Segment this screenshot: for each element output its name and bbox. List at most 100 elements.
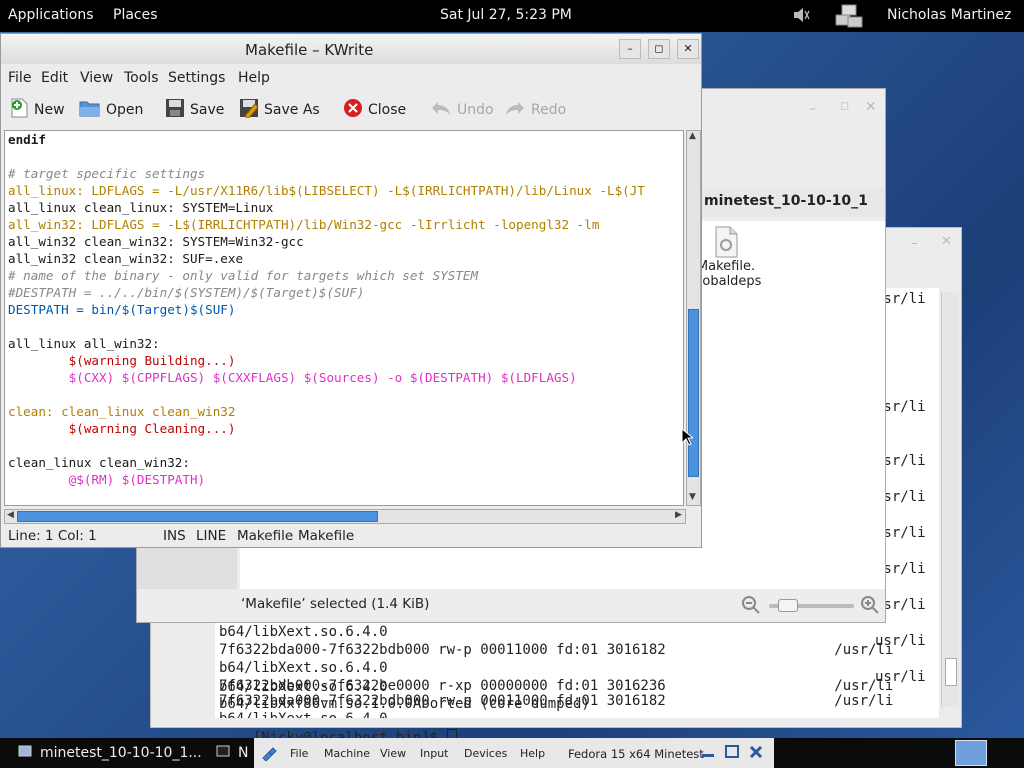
vm-restore-icon[interactable] <box>724 744 740 763</box>
menu-settings[interactable]: Settings <box>168 70 225 86</box>
terminal-line: b64/libXxf86vm.so.1.0.0Aborted (core dum… <box>219 696 590 712</box>
maximize-icon[interactable]: ◻ <box>840 99 849 112</box>
zoom-out-icon[interactable] <box>742 596 760 618</box>
open-label: Open <box>106 102 144 118</box>
workspace-switcher[interactable] <box>955 740 987 766</box>
taskbar-item-terminal[interactable]: N <box>216 738 256 768</box>
mouse-cursor-icon <box>681 427 695 450</box>
zoom-in-icon[interactable] <box>861 596 879 618</box>
scroll-left-icon[interactable]: ◀ <box>7 510 14 520</box>
taskbar-item-file-manager[interactable]: minetest_10-10-10_1... <box>6 738 212 768</box>
scroll-right-icon[interactable]: ▶ <box>675 510 682 520</box>
taskbar: minetest_10-10-10_1... N File Machine Vi… <box>0 738 1024 768</box>
vm-title: Fedora 15 x64 Minetest <box>568 747 704 761</box>
menu-edit[interactable]: Edit <box>41 70 68 86</box>
applications-menu[interactable]: Applications <box>8 7 94 23</box>
menu-tools[interactable]: Tools <box>124 70 159 86</box>
terminal-line: b64/libXext.so.6.4.0 <box>219 660 388 676</box>
clock[interactable]: Sat Jul 27, 5:23 PM <box>440 7 572 23</box>
top-panel: Applications Places Sat Jul 27, 5:23 PM … <box>0 0 1024 32</box>
selection-mode[interactable]: LINE <box>196 528 226 544</box>
vm-menu-devices[interactable]: Devices <box>464 747 507 760</box>
user-menu[interactable]: Nicholas Martinez <box>887 7 1011 23</box>
scroll-up-icon[interactable]: ▲ <box>689 131 696 141</box>
close-icon[interactable]: ✕ <box>677 39 699 59</box>
save-button[interactable]: Save <box>165 98 224 122</box>
cursor-position: Line: 1 Col: 1 <box>8 528 97 544</box>
scroll-down-icon[interactable]: ▼ <box>689 492 696 502</box>
folder-tab-label: minetest_10-10-10_1 <box>704 193 868 209</box>
save-as-label: Save As <box>264 102 320 118</box>
menu-view[interactable]: View <box>80 70 113 86</box>
vm-menu-help[interactable]: Help <box>520 747 545 760</box>
zoom-slider[interactable] <box>769 599 854 612</box>
status-text: ‘Makefile’ selected (1.4 KiB) <box>241 596 430 612</box>
redo-label: Redo <box>531 102 567 118</box>
code-line: # target specific settings <box>8 166 206 181</box>
close-icon[interactable]: ✕ <box>941 234 952 249</box>
new-button[interactable]: New <box>9 98 65 122</box>
code-line: $(warning Building...) <box>8 353 236 368</box>
scrollbar-thumb[interactable] <box>945 658 957 686</box>
scrollbar-thumb[interactable] <box>688 309 699 477</box>
undo-button[interactable]: Undo <box>430 98 494 122</box>
minimize-icon[interactable]: – <box>619 39 641 59</box>
open-button[interactable]: Open <box>79 98 143 122</box>
vm-toolbar: File Machine View Input Devices Help Fed… <box>254 738 774 768</box>
scrollbar-thumb[interactable] <box>17 511 378 522</box>
minimize-icon[interactable]: – <box>911 236 918 251</box>
code-line: clean: clean_linux clean_win32 <box>8 404 236 419</box>
taskbar-item-label: minetest_10-10-10_1... <box>40 745 202 761</box>
kwrite-window[interactable]: Makefile – KWrite – ◻ ✕ File Edit View T… <box>0 33 702 548</box>
code-line: # name of the binary - only valid for ta… <box>8 268 479 283</box>
close-icon[interactable]: ✕ <box>865 99 877 115</box>
title-bar[interactable]: Makefile – KWrite – ◻ ✕ <box>1 34 701 64</box>
menu-file[interactable]: File <box>8 70 31 86</box>
new-document-icon <box>9 98 29 122</box>
code-line: @$(RM) $(DESTPATH) <box>8 472 206 487</box>
code-line: all_linux clean_linux: SYSTEM=Linux <box>8 200 274 215</box>
close-label: Close <box>368 102 407 118</box>
folder-tab[interactable]: minetest_10-10-10_1 <box>702 187 885 217</box>
save-disk-icon <box>165 98 185 122</box>
redo-icon <box>504 99 526 121</box>
network-icon[interactable] <box>834 3 864 33</box>
close-circle-icon <box>343 98 363 122</box>
code-line: all_win32 clean_win32: SYSTEM=Win32-gcc <box>8 234 304 249</box>
vm-menu-file[interactable]: File <box>290 747 308 760</box>
places-menu[interactable]: Places <box>113 7 158 23</box>
minimize-icon[interactable]: – <box>809 101 816 117</box>
volume-icon[interactable] <box>792 6 810 28</box>
text-editor[interactable]: endif # target specific settings all_lin… <box>4 130 684 506</box>
save-as-button[interactable]: Save As <box>239 98 320 122</box>
code-line: $(CXX) $(CPPFLAGS) $(CXXFLAGS) $(Sources… <box>8 370 577 385</box>
code-line: all_linux all_win32: <box>8 336 160 351</box>
terminal-line: b64/libXext.so.6.4.0 <box>219 624 388 640</box>
terminal-scrollbar[interactable] <box>941 292 959 707</box>
code-line: DESTPATH = bin/$(Target)$(SUF) <box>8 302 236 317</box>
close-button[interactable]: Close <box>343 98 406 122</box>
redo-button[interactable]: Redo <box>504 98 566 122</box>
vm-close-icon[interactable] <box>748 744 764 763</box>
vm-pin-icon[interactable] <box>260 745 278 764</box>
menu-help[interactable]: Help <box>238 70 270 86</box>
vm-menu-input[interactable]: Input <box>420 747 448 760</box>
vm-minimize-icon[interactable] <box>700 744 716 763</box>
terminal-icon <box>216 744 230 762</box>
vm-menu-view[interactable]: View <box>380 747 406 760</box>
vm-menu-machine[interactable]: Machine <box>324 747 370 760</box>
highlight-mode: Makefile <box>298 528 355 544</box>
status-bar: Line: 1 Col: 1 INS LINE Makefile Makefil… <box>1 526 701 546</box>
code-line: endif <box>8 132 46 147</box>
open-folder-icon <box>79 98 101 122</box>
save-as-icon <box>239 98 259 122</box>
horizontal-scrollbar[interactable]: ◀ ▶ <box>4 509 686 524</box>
maximize-icon[interactable]: ◻ <box>648 39 670 59</box>
file-type: Makefile <box>237 528 294 544</box>
insert-mode[interactable]: INS <box>163 528 186 544</box>
folder-icon <box>18 744 32 762</box>
save-label: Save <box>190 102 225 118</box>
zoom-slider-handle[interactable] <box>778 599 798 612</box>
code-line: #DESTPATH = ../../bin/$(SYSTEM)/$(Target… <box>8 285 365 300</box>
new-label: New <box>34 102 65 118</box>
